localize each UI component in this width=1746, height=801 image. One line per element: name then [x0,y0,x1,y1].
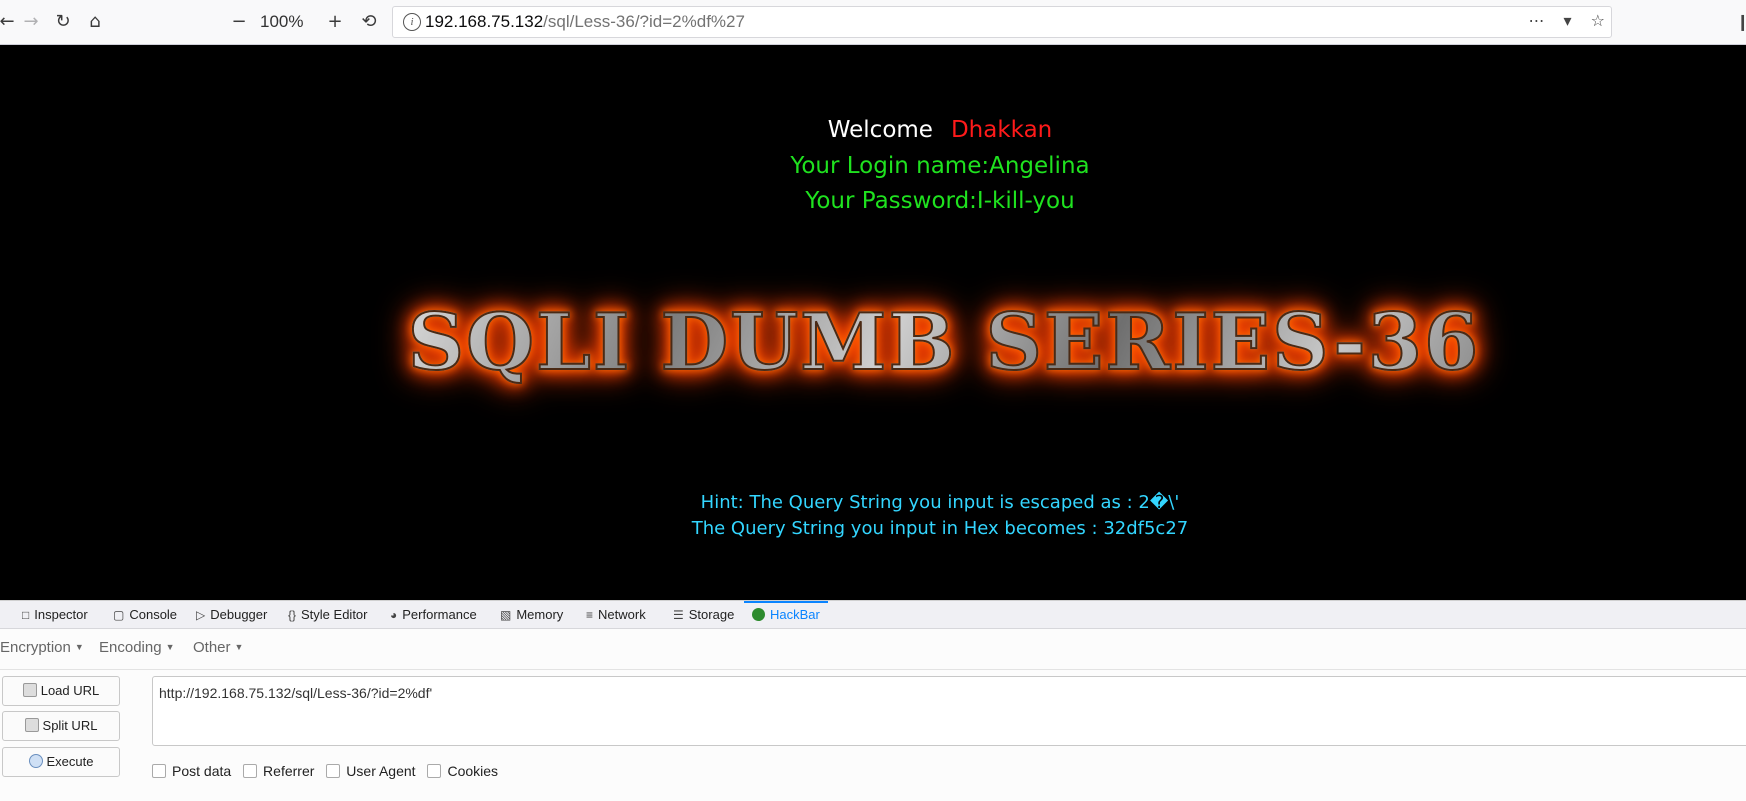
zoom-level[interactable]: 100% [260,12,303,32]
checkbox-label: Post data [172,763,232,779]
scissors-icon [24,718,39,732]
url-textarea-value: http://192.168.75.132/sql/Less-36/?id=2%… [159,685,433,701]
series-banner: SQLI DUMB SERIES-36 [404,296,1484,389]
tab-label: Console [129,607,178,622]
tab-memory[interactable]: ▧ Memory [500,601,563,629]
site-info-icon[interactable]: i [403,13,421,31]
history-icon[interactable]: ⟲ [356,9,382,35]
checkbox-label: User Agent [346,763,416,779]
devtools-panel: □ Inspector ▢ Console ▷ Debugger {} Style Ed… [0,600,1746,801]
tab-label: Storage [688,607,735,622]
cookies-checkbox[interactable]: Cookies [427,763,498,779]
button-label: Load URL [40,683,100,698]
page-content: Welcome Dhakkan Your Login name:Angelina … [0,45,1746,600]
menu-label: Encoding [99,639,162,656]
referrer-checkbox[interactable]: Referrer [243,763,314,779]
caret-down-icon: ▼ [74,642,84,652]
tab-label: Performance [402,607,477,622]
pocket-icon[interactable]: ▾ [1564,11,1572,30]
bookmark-star-icon[interactable]: ☆ [1591,11,1605,30]
tab-label: Network [598,607,646,622]
tab-label: Style Editor [301,607,368,622]
welcome-name: Dhakkan [950,117,1053,143]
tab-debugger[interactable]: ▷ Debugger [196,601,267,629]
memory-icon: ▧ [500,608,512,622]
checkbox-label: Referrer [263,763,315,779]
menu-label: Encryption [0,639,71,656]
url-host: 192.168.75.132 [425,12,544,31]
style-editor-icon: {} [288,608,297,622]
play-icon [28,754,43,768]
tab-performance[interactable]: ◕ Performance [390,601,477,629]
checkbox-box [152,764,166,778]
caret-down-icon: ▼ [165,642,175,652]
tab-label: HackBar [770,607,820,622]
tab-storage[interactable]: ☰ Storage [673,601,734,629]
button-label: Execute [46,754,94,769]
console-icon: ▢ [113,608,125,622]
welcome-label: Welcome [827,117,933,143]
tab-network[interactable]: ≡ Network [586,601,646,629]
checkbox-box [243,764,258,778]
menu-other[interactable]: Other ▼ [193,639,243,656]
menu-encoding[interactable]: Encoding ▼ [99,639,174,656]
login-name-line: Your Login name:Angelina [790,153,1090,179]
welcome-line: Welcome Dhakkan [0,117,1746,143]
hint-line: Hint: The Query String you input is esca… [700,492,1180,513]
tab-style-editor[interactable]: {} Style Editor [288,601,368,629]
url-path: /sql/Less-36/?id=2%df%27 [543,12,745,31]
menu-encryption[interactable]: Encryption ▼ [0,639,84,656]
user-agent-checkbox[interactable]: User Agent [326,763,416,779]
options-row: Post data Referrer User Agent Cookies [152,763,506,779]
checkbox-box [326,764,341,778]
zoom-in-icon[interactable]: + [322,9,348,35]
forward-icon[interactable]: → [18,9,44,35]
network-icon: ≡ [586,608,594,622]
page-actions-icon[interactable]: ⋯ [1528,11,1544,30]
storage-icon: ☰ [673,608,684,622]
checkbox-box [427,764,442,778]
load-url-button[interactable]: Load URL [2,676,120,706]
reload-icon[interactable]: ↻ [50,9,76,35]
inspector-icon: □ [22,608,30,622]
url-textarea[interactable]: http://192.168.75.132/sql/Less-36/?id=2%… [152,676,1746,746]
tab-label: Debugger [210,607,268,622]
back-icon[interactable]: ← [0,9,20,35]
browser-toolbar: ← → ↻ ⌂ − 100% + ⟲ i 192.168.75.132/sql/… [0,0,1746,45]
button-label: Split URL [42,718,98,733]
debugger-icon: ▷ [196,608,206,622]
menu-label: Other [193,639,231,656]
execute-button[interactable]: Execute [2,747,120,777]
tab-label: Memory [516,607,564,622]
library-icon[interactable]: ❙ [1736,12,1746,31]
hex-line: The Query String you input in Hex become… [691,518,1189,539]
post-data-checkbox[interactable]: Post data [152,763,231,779]
caret-down-icon: ▼ [234,642,244,652]
tab-inspector[interactable]: □ Inspector [22,601,88,629]
url-text[interactable]: 192.168.75.132/sql/Less-36/?id=2%df%27 [425,12,745,32]
tab-console[interactable]: ▢ Console [113,601,177,629]
checkbox-label: Cookies [447,763,499,779]
url-bar[interactable]: i 192.168.75.132/sql/Less-36/?id=2%df%27… [392,6,1612,38]
url-actions: ⋯ ▾ ☆ [1514,11,1605,35]
zoom-out-icon[interactable]: − [226,9,252,35]
tab-label: Inspector [34,607,88,622]
split-url-button[interactable]: Split URL [2,711,120,741]
devtools-tabbar: □ Inspector ▢ Console ▷ Debugger {} Style Ed… [0,601,1746,629]
home-icon[interactable]: ⌂ [82,9,108,35]
tab-hackbar[interactable]: HackBar [744,601,828,631]
performance-icon: ◕ [390,608,398,622]
divider [0,669,1746,670]
load-icon [22,683,37,697]
hackbar-icon [752,608,765,621]
password-line: Your Password:I-kill-you [805,188,1075,214]
